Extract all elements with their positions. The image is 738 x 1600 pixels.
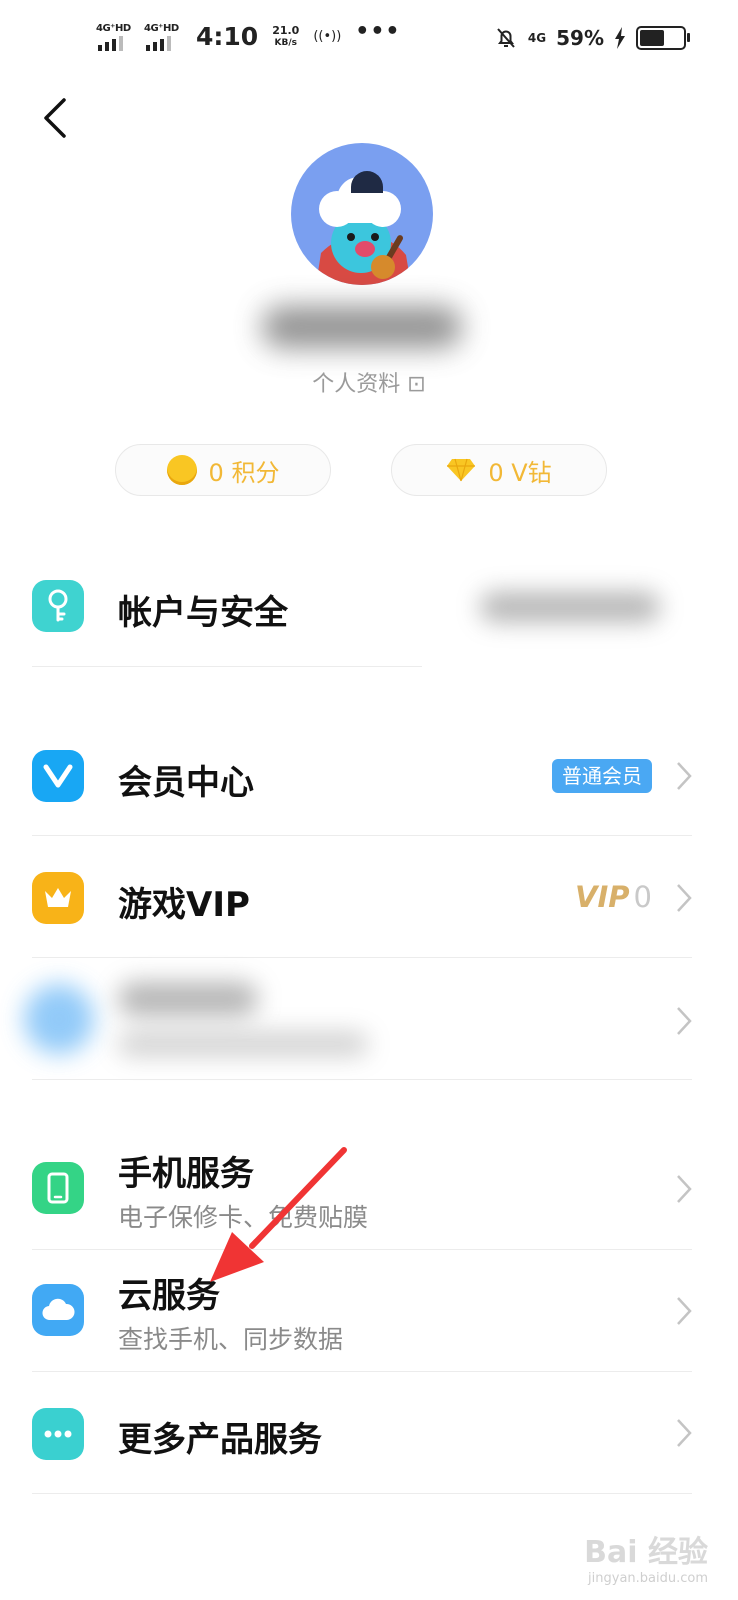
vdiamond-pill[interactable]: 0 V钻 (391, 444, 607, 496)
mute-bell-icon (497, 28, 515, 48)
status-bar: 4G⁺HD 4G⁺HD 4:10 21.0 KB/s ((•)) ••• 4G … (0, 0, 738, 80)
menu-title: 更多产品服务 (118, 1420, 322, 1460)
profile-link[interactable]: 个人资料 ⊡ (0, 366, 738, 398)
game-vip-level: VIP 0 (575, 880, 652, 914)
charging-icon (615, 27, 625, 49)
more-notifications-icon: ••• (355, 19, 401, 44)
clock: 4:10 (196, 22, 259, 51)
menu-game-vip[interactable]: 游戏VIP VIP 0 (0, 870, 738, 958)
hotspot-icon: ((•)) (313, 29, 342, 44)
sim2-signal-icon: 4G⁺HD (144, 23, 179, 51)
mobile-data-icon: 4G (527, 31, 547, 45)
chevron-right-icon (677, 762, 692, 790)
menu-blurred-item[interactable] (0, 960, 738, 1080)
points-pill[interactable]: 0 积分 (115, 444, 331, 496)
phone-icon (32, 1162, 84, 1214)
vip-v-icon (32, 750, 84, 802)
blurred-subtitle (118, 1032, 368, 1056)
chevron-right-icon (677, 1007, 692, 1035)
menu-account-security[interactable]: 帐户与安全 (0, 578, 738, 668)
blurred-icon (24, 984, 94, 1054)
divider (32, 835, 692, 836)
points-label: 0 积分 (208, 458, 280, 487)
watermark-logo: Bai 经验 jingyan.baidu.com (584, 1535, 708, 1586)
divider (32, 957, 692, 958)
chevron-right-icon (677, 1297, 692, 1325)
chevron-right-icon (677, 1419, 692, 1447)
menu-title: 帐户与安全 (118, 593, 288, 633)
menu-title: 云服务 (118, 1276, 220, 1316)
divider (32, 1079, 692, 1080)
coin-icon (166, 455, 197, 485)
key-icon (32, 580, 84, 632)
battery-icon (636, 26, 690, 50)
divider (32, 666, 422, 667)
blurred-value (480, 592, 660, 622)
chevron-right-icon (677, 1175, 692, 1203)
divider (32, 1249, 692, 1250)
divider (32, 1493, 692, 1494)
menu-subtitle: 电子保修卡、免费贴膜 (118, 1203, 369, 1232)
blurred-title (118, 982, 258, 1016)
menu-title: 游戏VIP (118, 885, 250, 925)
menu-member-center[interactable]: 会员中心 普通会员 (0, 748, 738, 836)
back-arrow-icon[interactable] (40, 96, 80, 140)
chevron-right-icon (677, 884, 692, 912)
avatar[interactable] (291, 143, 433, 285)
menu-subtitle: 查找手机、同步数据 (118, 1325, 344, 1354)
menu-title: 手机服务 (118, 1154, 254, 1194)
sim1-signal-icon: 4G⁺HD (96, 23, 131, 51)
diamond-icon (447, 458, 476, 482)
cloud-icon (32, 1284, 84, 1336)
network-speed: 21.0 KB/s (272, 23, 300, 48)
divider (32, 1371, 692, 1372)
menu-title: 会员中心 (118, 763, 254, 803)
menu-phone-service[interactable]: 手机服务 电子保修卡、免费贴膜 (0, 1140, 738, 1250)
member-level-badge: 普通会员 (552, 759, 652, 793)
more-dots-icon (32, 1408, 84, 1460)
username-blurred (262, 306, 462, 348)
menu-cloud-service[interactable]: 云服务 查找手机、同步数据 (0, 1262, 738, 1372)
menu-more-services[interactable]: 更多产品服务 (0, 1404, 738, 1494)
battery-percent: 59% (556, 26, 604, 50)
crown-icon (32, 872, 84, 924)
vdiamond-label: 0 V钻 (488, 458, 552, 487)
